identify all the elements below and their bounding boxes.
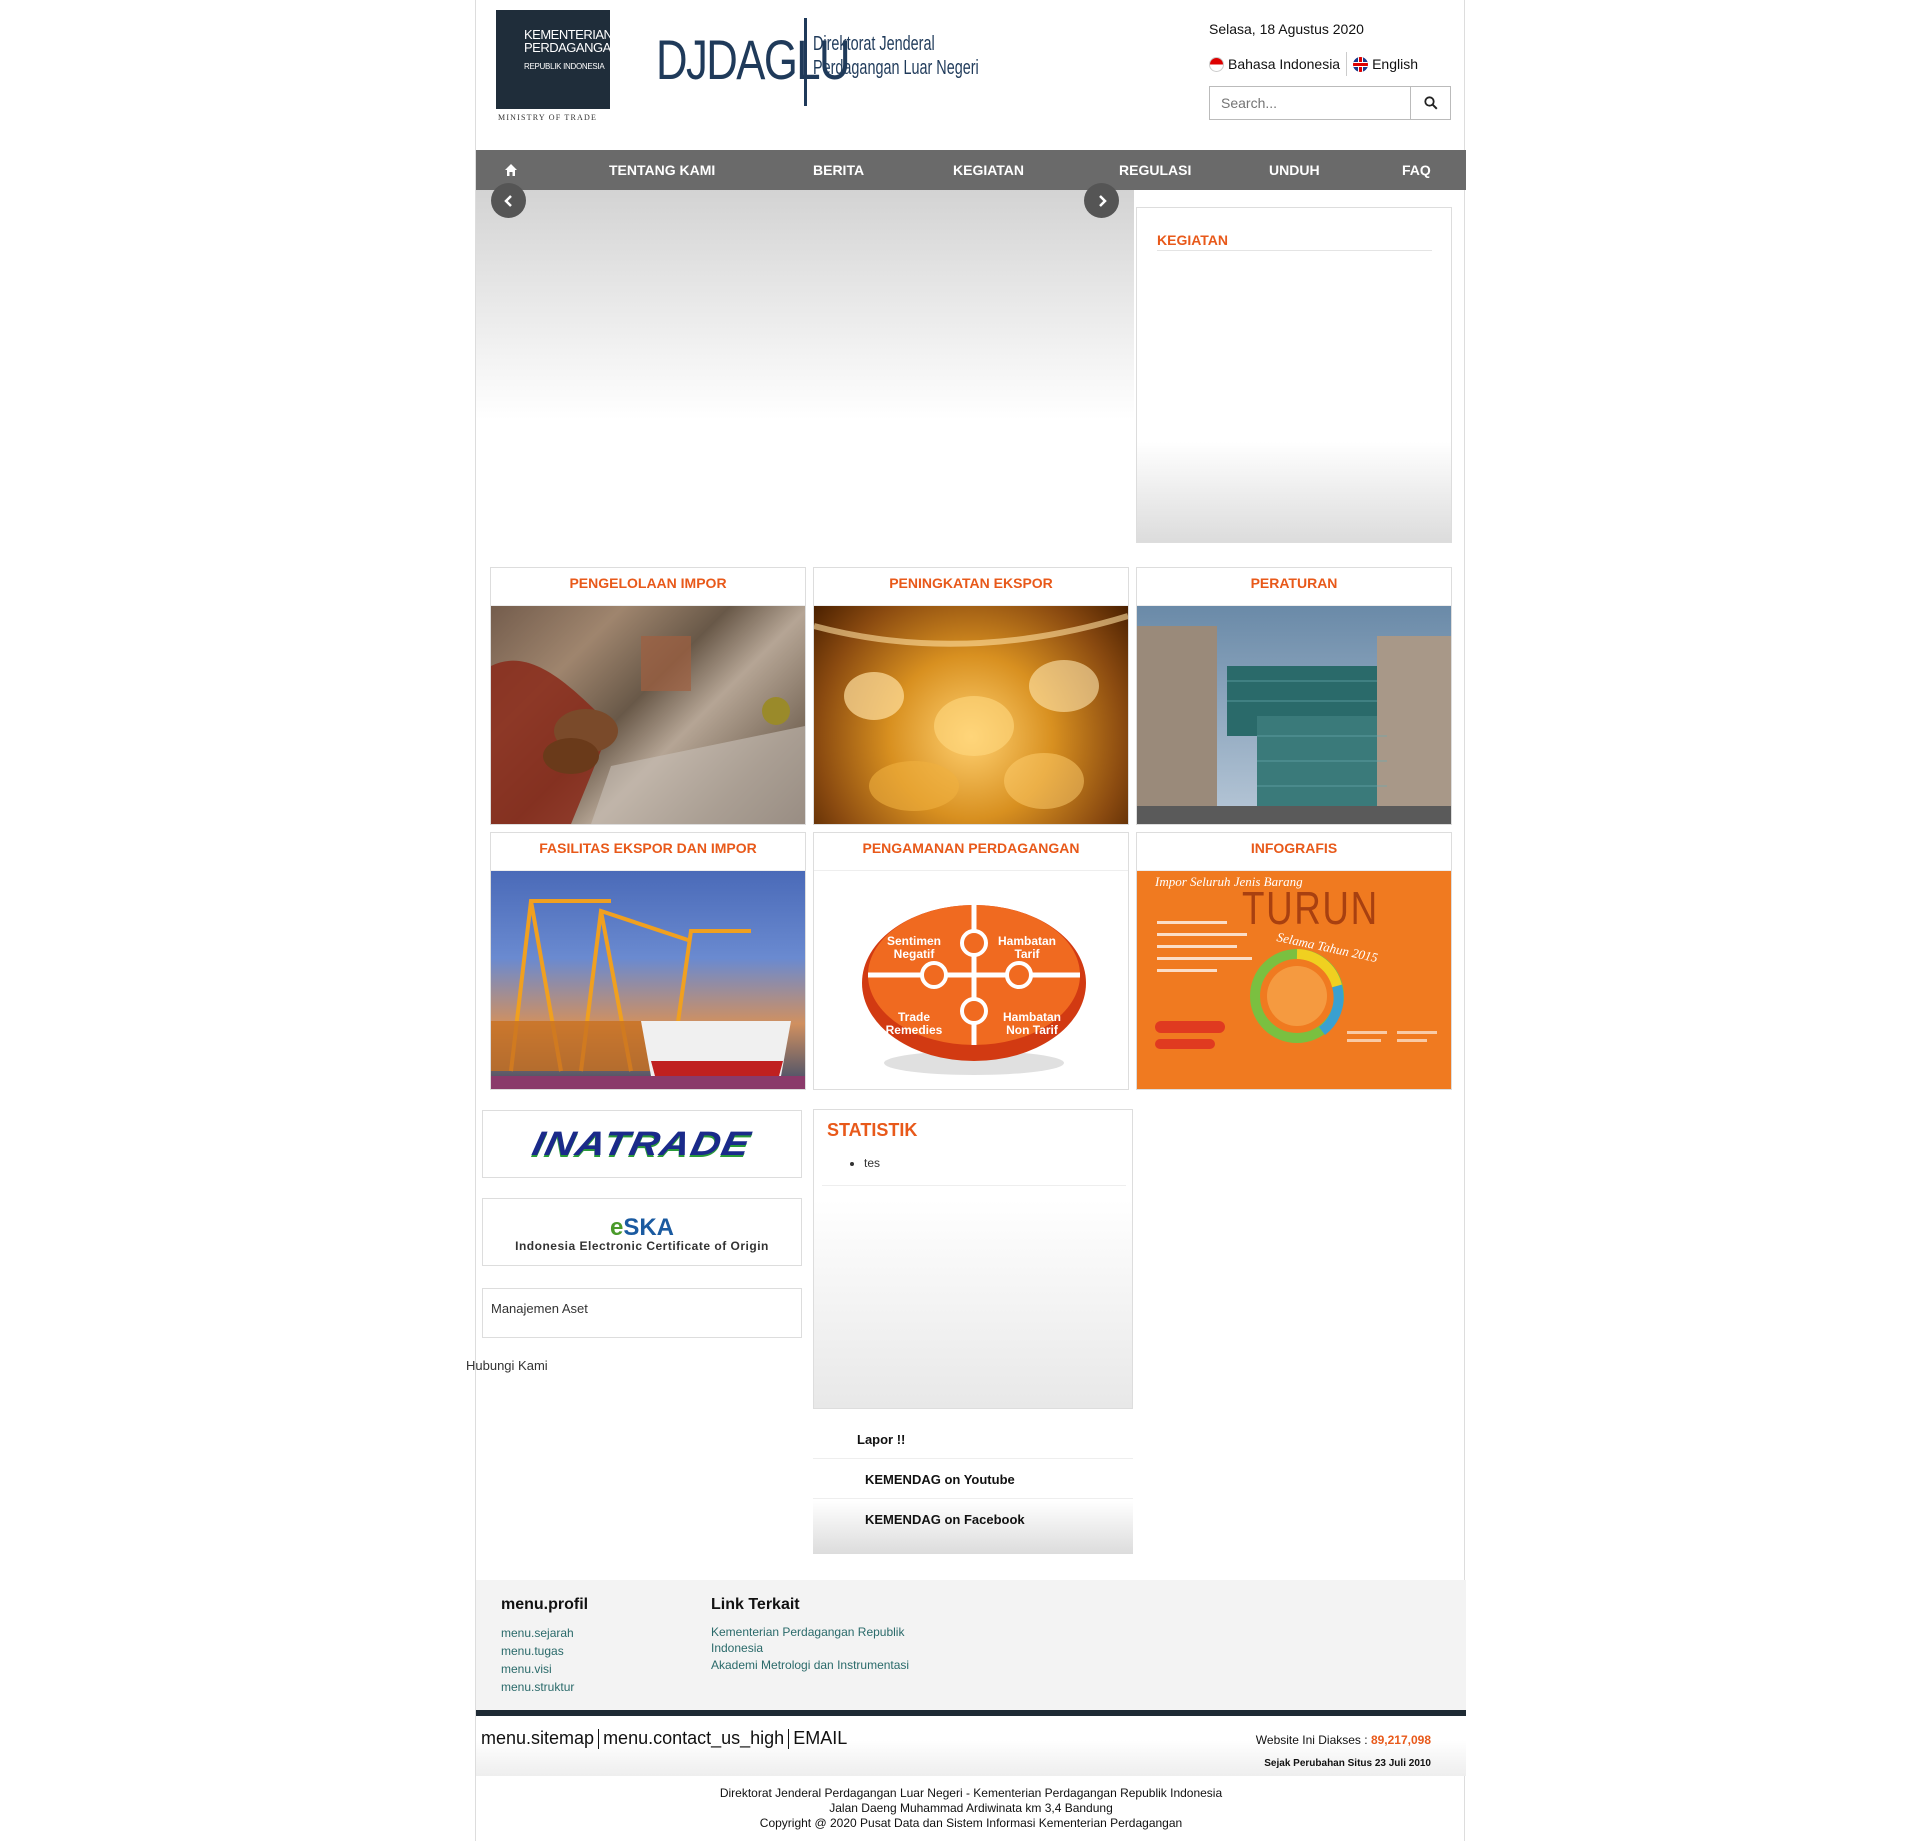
- ministry-line3: REPUBLIK INDONESIA: [524, 62, 605, 71]
- nav-tentang-kami[interactable]: TENTANG KAMI: [609, 150, 715, 190]
- footer-link-visi[interactable]: menu.visi: [501, 1660, 588, 1678]
- lapor-link[interactable]: Lapor !!: [813, 1420, 1133, 1459]
- trade-protection-puzzle-image: Sentimen Negatif Hambatan Tarif Trade Re…: [814, 871, 1128, 1089]
- manajemen-aset-link[interactable]: Manajemen Aset: [482, 1288, 802, 1338]
- inatrade-logo: INATRADE: [529, 1124, 755, 1163]
- statistik-panel: STATISTIK tes: [813, 1109, 1133, 1409]
- chevron-left-icon: [503, 194, 512, 207]
- brand-sub2: Perdagangan Luar Negeri: [813, 57, 979, 79]
- current-date: Selasa, 18 Agustus 2020: [1209, 21, 1364, 37]
- home-icon: [505, 164, 517, 176]
- tile-title: PENGAMANAN PERDAGANGAN: [814, 833, 1128, 871]
- tile-title: INFOGRAFIS: [1137, 833, 1451, 871]
- nav-regulasi[interactable]: REGULASI: [1119, 150, 1191, 190]
- puzzle-trade-remedies: Trade Remedies: [885, 1010, 943, 1037]
- counter-label: Website Ini Diakses :: [1255, 1733, 1371, 1747]
- header: KEMENTERIAN PERDAGANGAN REPUBLIK INDONES…: [476, 0, 1466, 150]
- counter-since: Sejak Perubahan Situs 23 Juli 2010: [1264, 1758, 1431, 1769]
- footer-link-kemendag[interactable]: Kementerian Perdagangan Republik Indones…: [711, 1624, 921, 1656]
- ministry-line2: PERDAGANGAN: [524, 40, 620, 55]
- search-box: [1209, 86, 1451, 120]
- import-worker-image: [491, 606, 805, 824]
- nav-berita[interactable]: BERITA: [813, 150, 864, 190]
- facebook-link[interactable]: KEMENDAG on Facebook: [813, 1500, 1133, 1539]
- search-input[interactable]: [1210, 87, 1410, 119]
- counter-value: 89,217,098: [1370, 1733, 1431, 1747]
- sitemap-link[interactable]: menu.sitemap: [481, 1728, 594, 1748]
- search-icon: [1423, 96, 1438, 110]
- visitor-counter: Website Ini Diakses : 89,217,098: [1256, 1733, 1431, 1747]
- image-slider: [476, 190, 1134, 420]
- flag-uk-icon: [1353, 56, 1369, 72]
- main-nav: TENTANG KAMI BERITA KEGIATAN REGULASI UN…: [476, 150, 1466, 190]
- puzzle-sentimen-negatif: Sentimen Negatif: [886, 934, 941, 961]
- statistik-title: STATISTIK: [827, 1120, 918, 1140]
- language-switcher: Bahasa Indonesia English: [1209, 52, 1454, 76]
- eska-link[interactable]: eSKA Indonesia Electronic Certificate of…: [482, 1198, 802, 1266]
- infographic-image: Impor Seluruh Jenis Barang TURUN Selama …: [1137, 871, 1451, 1089]
- footer-info: Direktorat Jenderal Perdagangan Luar Neg…: [476, 1786, 1466, 1831]
- chevron-right-icon: [1098, 194, 1107, 207]
- nav-kegiatan[interactable]: KEGIATAN: [953, 150, 1024, 190]
- footer-profil-title: menu.profil: [501, 1596, 589, 1613]
- puzzle-hambatan-tarif: Hambatan Tarif: [997, 934, 1056, 961]
- footer-links: menu.profil menu.sejarah menu.tugas menu…: [476, 1580, 1466, 1710]
- kegiatan-panel: KEGIATAN: [1136, 207, 1452, 543]
- gold-jewelry-image: [814, 606, 1128, 824]
- tile-title: PERATURAN: [1137, 568, 1451, 606]
- footer-terkait-title: Link Terkait: [711, 1596, 800, 1613]
- slider-next-button[interactable]: [1084, 183, 1119, 218]
- tile-fasilitas-ekspor-impor[interactable]: FASILITAS EKSPOR DAN IMPOR: [490, 832, 806, 1090]
- tile-peningkatan-ekspor[interactable]: PENINGKATAN EKSPOR: [813, 567, 1129, 825]
- email-link[interactable]: EMAIL: [793, 1728, 847, 1748]
- tile-pengamanan-perdagangan[interactable]: PENGAMANAN PERDAGANGAN Sentimen Negatif …: [813, 832, 1129, 1090]
- eska-subtitle: Indonesia Electronic Certificate of Orig…: [515, 1239, 769, 1253]
- page: KEMENTERIAN PERDAGANGAN REPUBLIK INDONES…: [466, 0, 1466, 1841]
- tile-pengelolaan-impor[interactable]: PENGELOLAAN IMPOR: [490, 567, 806, 825]
- lang-english[interactable]: English: [1353, 56, 1418, 72]
- ministry-logo[interactable]: KEMENTERIAN PERDAGANGAN REPUBLIK INDONES…: [496, 10, 620, 123]
- office-building-image: [1137, 606, 1451, 824]
- kegiatan-title: KEGIATAN: [1157, 232, 1229, 248]
- footer-line3: Copyright @ 2020 Pusat Data dan Sistem I…: [759, 1816, 1183, 1830]
- hubungi-kami-link[interactable]: Hubungi Kami: [466, 1358, 548, 1373]
- manajemen-aset-label: Manajemen Aset: [491, 1301, 588, 1316]
- tile-title: PENINGKATAN EKSPOR: [814, 568, 1128, 606]
- flag-id-icon: [1209, 56, 1224, 72]
- nav-faq[interactable]: FAQ: [1402, 150, 1431, 190]
- cargo-port-image: [491, 871, 805, 1089]
- footer-line1: Direktorat Jenderal Perdagangan Luar Neg…: [719, 1786, 1223, 1800]
- footer-link-sejarah[interactable]: menu.sejarah: [501, 1624, 588, 1642]
- tile-title: FASILITAS EKSPOR DAN IMPOR: [491, 833, 805, 871]
- footer-link-akademi[interactable]: Akademi Metrologi dan Instrumentasi: [711, 1656, 921, 1674]
- ministry-of-trade: MINISTRY OF TRADE: [498, 113, 598, 122]
- tile-peraturan[interactable]: PERATURAN: [1136, 567, 1452, 825]
- footer-terkait-column: Link Terkait Kementerian Perdagangan Rep…: [711, 1596, 921, 1674]
- brand-sub1: Direktorat Jenderal: [813, 33, 935, 55]
- youtube-link[interactable]: KEMENDAG on Youtube: [813, 1460, 1133, 1499]
- footer-link-tugas[interactable]: menu.tugas: [501, 1642, 588, 1660]
- puzzle-hambatan-non-tarif: Hambatan Non Tarif: [1002, 1010, 1061, 1037]
- footer-line2: Jalan Daeng Muhammad Ardiwinata km 3,4 B…: [829, 1801, 1113, 1815]
- social-links: Lapor !! KEMENDAG on Youtube KEMENDAG on…: [813, 1420, 1133, 1554]
- search-button[interactable]: [1410, 87, 1450, 119]
- nav-unduh[interactable]: UNDUH: [1269, 150, 1320, 190]
- slider-prev-button[interactable]: [491, 183, 526, 218]
- footer-link-struktur[interactable]: menu.struktur: [501, 1678, 588, 1696]
- eska-ska: SKA: [623, 1214, 675, 1241]
- lang-indonesia[interactable]: Bahasa Indonesia: [1209, 56, 1340, 72]
- statistik-item[interactable]: tes: [864, 1156, 880, 1170]
- eska-e: e: [609, 1214, 624, 1241]
- statistik-list: tes: [864, 1156, 880, 1170]
- footer-bar: menu.sitemap menu.contact_us_high EMAIL We…: [476, 1716, 1466, 1776]
- contact-link[interactable]: menu.contact_us_high: [603, 1728, 784, 1748]
- tile-infografis[interactable]: INFOGRAFIS Impor Seluruh Jenis Barang TU…: [1136, 832, 1452, 1090]
- tile-title: PENGELOLAAN IMPOR: [491, 568, 805, 606]
- inatrade-link[interactable]: INATRADE: [482, 1110, 802, 1178]
- footer-profil-column: menu.profil menu.sejarah menu.tugas menu…: [501, 1596, 588, 1696]
